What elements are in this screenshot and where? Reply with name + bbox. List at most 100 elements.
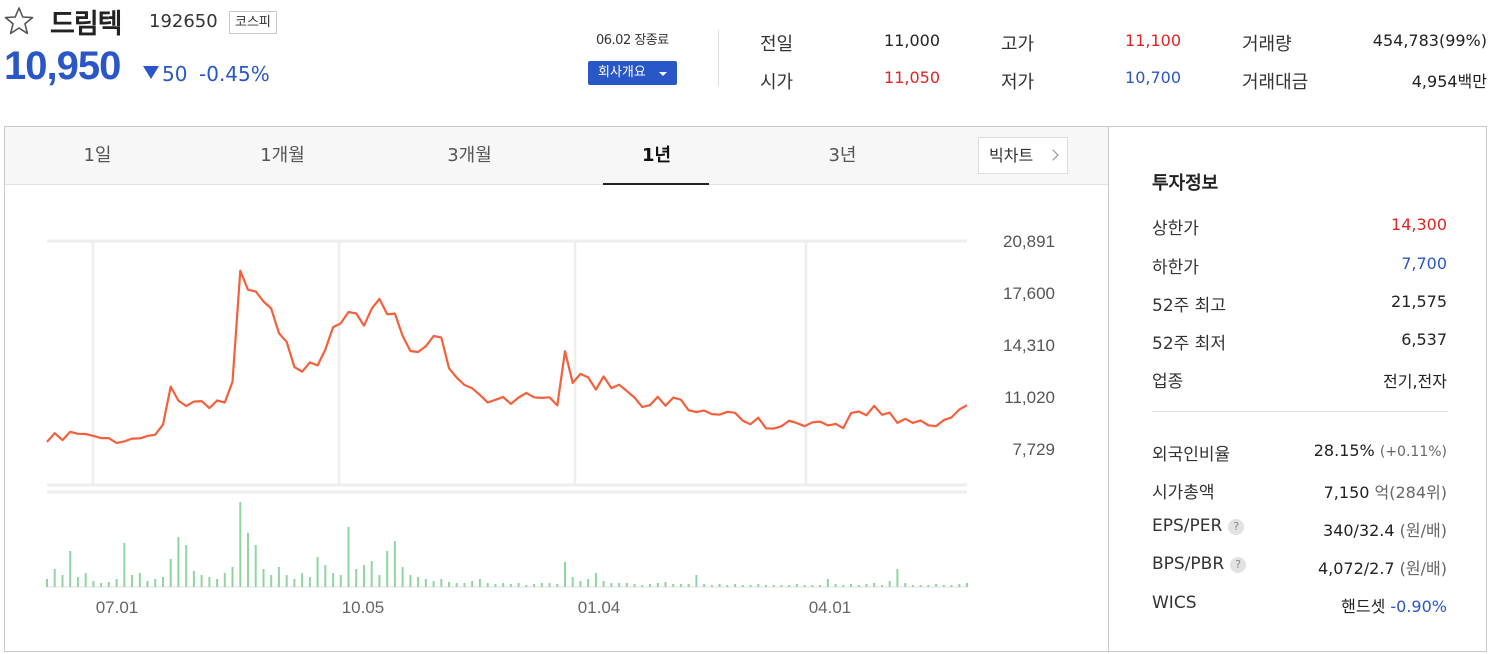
volume-bar: [656, 583, 659, 587]
volume-bar: [502, 583, 505, 587]
low-label: 저가: [1001, 72, 1035, 93]
volume-bar: [540, 583, 543, 587]
volume-bar: [842, 585, 845, 587]
low-value: 10,700: [1125, 68, 1181, 87]
volume-bar: [177, 537, 180, 587]
company-overview-label: 회사개요: [598, 65, 646, 80]
low52-value: 6,537: [1401, 330, 1447, 349]
volume-bar: [904, 583, 907, 587]
volume-bar: [571, 577, 574, 587]
tab-3month[interactable]: 3개월: [392, 127, 547, 185]
volume-bar: [896, 569, 899, 587]
volume-bar: [525, 585, 528, 587]
volume-bar: [703, 584, 706, 587]
price-chart[interactable]: 20,891 17,600 14,310 11,020 7,729 07.01 10.05…: [5, 186, 1108, 651]
volume-bar: [61, 575, 64, 587]
volume-bar: [471, 581, 474, 587]
prev-close-value: 11,000: [884, 31, 940, 50]
volume-bar: [162, 577, 164, 587]
header-divider: [718, 30, 719, 86]
volume-bar: [942, 585, 945, 587]
down-arrow-icon: [143, 66, 159, 79]
volume-bar: [169, 559, 172, 587]
market-badge: 코스피: [229, 11, 277, 34]
volume-bar: [649, 584, 651, 587]
volume-bar: [710, 585, 713, 587]
market-cap-label: 시가총액: [1152, 483, 1215, 503]
favorite-star-icon[interactable]: [4, 6, 34, 36]
volume-bar: [208, 577, 211, 587]
volume-bar: [533, 584, 536, 587]
volume-bar: [873, 583, 876, 587]
volume-bar: [966, 583, 968, 587]
volume-bar: [231, 567, 234, 587]
volume-bar: [857, 585, 860, 587]
volume-bar: [216, 579, 219, 587]
volume-bar: [84, 573, 87, 587]
volume-bar: [316, 557, 319, 587]
wics-change: -0.90%: [1390, 597, 1447, 616]
upper-limit-label: 상한가: [1152, 219, 1199, 239]
volume-bar: [185, 545, 188, 587]
y-axis-ticks: 20,891 17,600 14,310 11,020 7,729: [1003, 232, 1055, 459]
volume-bar: [324, 565, 327, 587]
volume-bar: [285, 575, 288, 587]
volume-bar: [734, 584, 737, 587]
x-tick-label: 10.05: [342, 598, 385, 617]
volume-bar: [911, 585, 914, 587]
volume-bar: [115, 579, 118, 587]
market-cap-value: 7,150 억(284위): [1324, 479, 1447, 503]
volume-bar: [641, 585, 644, 587]
price-change: 50: [162, 62, 188, 86]
volume-bar: [107, 582, 110, 587]
sector-value: 전기,전자: [1383, 372, 1447, 391]
eps-per-value: 340/32.4 (원/배): [1323, 517, 1447, 541]
y-tick-label: 17,600: [1003, 284, 1055, 303]
help-icon[interactable]: ?: [1228, 519, 1245, 535]
high-value: 11,100: [1125, 31, 1181, 50]
wics-sector[interactable]: 핸드셋: [1341, 597, 1385, 616]
volume-bar: [687, 584, 690, 587]
market-cap: 7,150: [1323, 483, 1370, 502]
volume-bar: [92, 581, 95, 587]
volume-bar: [486, 583, 489, 587]
volume-bar: [718, 584, 721, 587]
y-tick-label: 7,729: [1012, 440, 1055, 459]
volume-bar: [548, 583, 551, 587]
volume-bars: [46, 502, 968, 587]
tab-1year[interactable]: 1년: [579, 127, 734, 185]
lower-limit-label: 하한가: [1152, 258, 1199, 278]
x-tick-label: 04.01: [809, 598, 852, 617]
volume-bar: [478, 579, 481, 587]
volume-bar: [881, 585, 883, 587]
volume-bar: [950, 585, 953, 587]
volume-bar: [270, 575, 273, 587]
volume-bar: [370, 561, 373, 587]
volume-bar: [401, 567, 404, 587]
stock-name: 드림텍: [50, 9, 123, 40]
volume-bar: [417, 577, 420, 587]
help-icon[interactable]: ?: [1230, 557, 1247, 573]
volume-bar: [123, 543, 126, 587]
y-tick-label: 11,020: [1004, 388, 1055, 407]
tab-1month[interactable]: 1개월: [205, 127, 360, 185]
open-label: 시가: [760, 72, 794, 93]
volume-bar: [363, 565, 365, 587]
volume-bar: [826, 579, 829, 587]
volume-bar: [850, 584, 852, 587]
tab-3year[interactable]: 3년: [765, 127, 920, 185]
volume-bar: [347, 527, 350, 587]
amount-label: 거래대금: [1242, 72, 1309, 93]
company-overview-button[interactable]: 회사개요: [588, 61, 677, 85]
volume-bar: [509, 584, 512, 587]
volume-bar: [378, 575, 381, 587]
volume-bar: [865, 584, 868, 587]
volume-bar: [579, 581, 582, 587]
bigchart-button[interactable]: 빅차트: [978, 137, 1068, 174]
tab-1day[interactable]: 1일: [20, 127, 175, 185]
volume-bar: [494, 584, 497, 587]
open-value: 11,050: [884, 68, 940, 87]
volume-bar: [146, 581, 149, 587]
volume-bar: [440, 579, 443, 587]
volume-bar: [76, 577, 79, 587]
